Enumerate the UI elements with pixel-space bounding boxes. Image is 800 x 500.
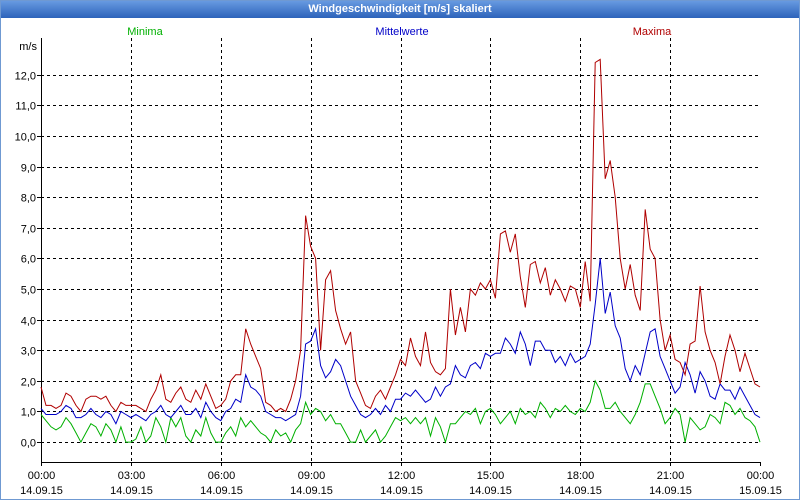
grid-layer [41, 38, 760, 462]
y-tick-label: 1,0 [21, 407, 36, 419]
legend-label-mittelwerte: Mittelwerte [375, 26, 428, 38]
legend: Minima Mittelwerte Maxima [127, 26, 672, 38]
x-tick-date-label: 14.09.15 [20, 485, 63, 497]
y-tick-label: 2,0 [21, 377, 36, 389]
x-tick-date-label: 14.09.15 [380, 485, 423, 497]
legend-label-minima: Minima [127, 26, 163, 38]
x-tick-time-label: 00:00 [28, 470, 56, 482]
x-tick-time-label: 18:00 [567, 470, 595, 482]
y-tick-label: 0,0 [21, 438, 36, 450]
x-tick-time-label: 12:00 [388, 470, 416, 482]
x-tick-date-label: 14.09.15 [649, 485, 692, 497]
x-tick-date-label: 15.09.15 [739, 485, 782, 497]
y-tick-label: 3,0 [21, 346, 36, 358]
title-bar: Windgeschwindigkeit [m/s] skaliert [0, 0, 800, 18]
y-axis-unit-label: m/s [19, 41, 37, 53]
x-tick-time-label: 15:00 [477, 470, 505, 482]
y-tick-label: 10,0 [15, 132, 36, 144]
chart-title: Windgeschwindigkeit [m/s] skaliert [308, 3, 492, 15]
y-tick-label: 7,0 [21, 224, 36, 236]
y-tick-label: 4,0 [21, 316, 36, 328]
chart-window: Windgeschwindigkeit [m/s] skaliert m/s 0… [0, 0, 800, 500]
x-tick-date-label: 14.09.15 [559, 485, 602, 497]
y-tick-label: 11,0 [15, 101, 36, 113]
x-tick-time-label: 21:00 [657, 470, 685, 482]
y-tick-label: 9,0 [21, 163, 36, 175]
x-tick-time-label: 06:00 [208, 470, 236, 482]
series-line-mittelwerte [40, 258, 761, 425]
series-line-maxima [40, 58, 761, 413]
y-tick-label: 6,0 [21, 254, 36, 266]
y-tick-label: 8,0 [21, 193, 36, 205]
x-tick-date-label: 14.09.15 [200, 485, 243, 497]
label-layer: m/s 0,0 1,0 2,0 3,0 4,0 5,0 6,0 7,0 8,0 9,0 10,0 11… [15, 41, 782, 497]
x-tick-time-label: 09:00 [298, 470, 326, 482]
series-line-minima [40, 379, 761, 445]
legend-label-maxima: Maxima [633, 26, 672, 38]
x-tick-time-label: 00:00 [747, 470, 775, 482]
series-layer [40, 58, 761, 445]
x-tick-date-label: 14.09.15 [110, 485, 153, 497]
x-tick-date-label: 14.09.15 [469, 485, 512, 497]
x-tick-date-label: 14.09.15 [290, 485, 333, 497]
y-tick-label: 12,0 [15, 71, 36, 83]
x-tick-time-label: 03:00 [118, 470, 146, 482]
line-chart: m/s 0,0 1,0 2,0 3,0 4,0 5,0 6,0 7,0 8,0 9,0 10,0 11… [15, 26, 782, 497]
y-tick-label: 5,0 [21, 285, 36, 297]
